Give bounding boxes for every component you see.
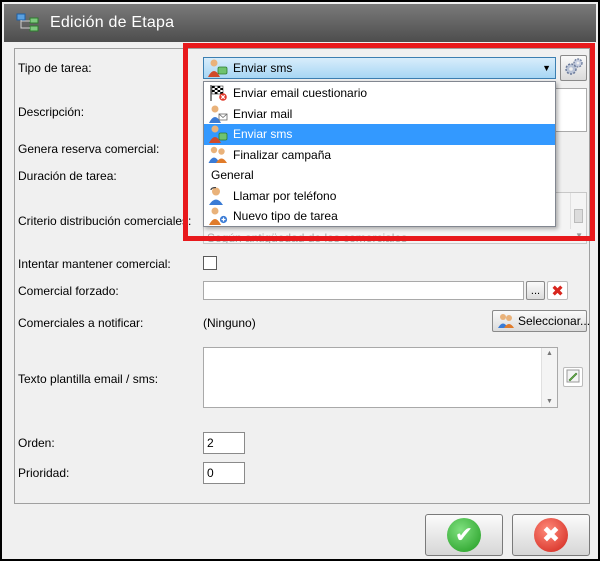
scroll-thumb[interactable] [574, 209, 583, 223]
person-sms-icon [208, 125, 228, 144]
comerciales-notificar-value: (Ninguno) [203, 316, 256, 330]
dropdown-item-label: Finalizar campaña [233, 147, 332, 162]
window-title: Edición de Etapa [50, 14, 175, 31]
dropdown-item-label: Nuevo tipo de tarea [233, 209, 338, 224]
person-mail-icon [208, 105, 228, 123]
tipo-tarea-dropdown: Enviar email cuestionario Enviar mail En… [203, 81, 556, 227]
dropdown-item-label: Enviar sms [233, 127, 293, 142]
dropdown-item-label: General [211, 168, 254, 183]
tipo-tarea-value: Enviar sms [233, 61, 293, 75]
clear-comercial-button[interactable]: ✖ [547, 281, 568, 300]
chevron-down-icon[interactable]: ▼ [575, 231, 583, 240]
pencil-icon [566, 369, 580, 386]
cancel-button[interactable]: ✖ [512, 514, 590, 556]
dropdown-item-label: Enviar email cuestionario [233, 86, 368, 101]
edit-stage-window: Edición de Etapa Tipo de tarea: Descripc… [0, 0, 600, 561]
gears-icon [563, 57, 585, 80]
red-x-icon: ✖ [551, 281, 564, 300]
texto-plantilla-textarea[interactable]: ▲ ▼ [203, 347, 558, 408]
criterio-label: Criterio distribución comerciales: [18, 214, 192, 228]
descripcion-label: Descripción: [18, 105, 85, 119]
seleccionar-button[interactable]: Seleccionar... [492, 310, 591, 332]
dropdown-item-label: Enviar mail [233, 106, 293, 121]
intentar-label: Intentar mantener comercial: [18, 257, 171, 271]
seleccionar-label: Seleccionar... [518, 314, 591, 328]
chevron-down-icon[interactable]: ▼ [542, 63, 551, 73]
people-icon [208, 146, 228, 164]
genera-reserva-label: Genera reserva comercial: [18, 142, 160, 156]
intentar-mantener-checkbox[interactable] [203, 256, 217, 270]
checkered-flag-icon [208, 84, 228, 102]
dropdown-item-enviar-mail[interactable]: Enviar mail [204, 104, 555, 125]
person-sms-icon [207, 59, 229, 77]
dropdown-item-nuevo-tipo-de-tarea[interactable]: Nuevo tipo de tarea [204, 206, 555, 227]
dropdown-item-label: Llamar por teléfono [233, 188, 337, 203]
texto-plantilla-label: Texto plantilla email / sms: [18, 372, 159, 386]
criterio-value: Según antigüedad de los comerciales [207, 231, 408, 244]
person-phone-icon [208, 186, 228, 205]
title-bar: Edición de Etapa [4, 4, 596, 42]
dropdown-item-finalizar-campana[interactable]: Finalizar campaña [204, 145, 555, 166]
scroll-down-icon[interactable]: ▼ [546, 398, 553, 405]
checkmark-icon: ✔ [447, 518, 481, 552]
duracion-label: Duración de tarea: [18, 169, 117, 183]
hierarchy-icon [16, 12, 40, 34]
tipo-tarea-select[interactable]: Enviar sms ▼ [203, 57, 556, 79]
comerciales-notificar-label: Comerciales a notificar: [18, 316, 144, 330]
close-icon: ✖ [534, 518, 568, 552]
tipo-tarea-label: Tipo de tarea: [18, 61, 92, 75]
orden-label: Orden: [18, 436, 55, 450]
criterio-scrollbar[interactable] [570, 193, 586, 229]
scroll-up-icon[interactable]: ▲ [546, 350, 553, 357]
person-add-icon [208, 207, 228, 226]
prioridad-label: Prioridad: [18, 466, 70, 480]
browse-comercial-button[interactable]: ... [526, 281, 545, 300]
ok-button[interactable]: ✔ [425, 514, 503, 556]
orden-input[interactable]: 2 [203, 432, 245, 454]
dropdown-item-llamar-por-telefono[interactable]: Llamar por teléfono [204, 186, 555, 207]
edit-template-button[interactable] [563, 367, 583, 387]
textarea-scrollbar[interactable]: ▲ ▼ [541, 348, 557, 407]
comercial-forzado-input[interactable] [203, 281, 524, 300]
comercial-forzado-label: Comercial forzado: [18, 284, 119, 298]
people-icon [497, 313, 515, 329]
dropdown-item-enviar-email-cuestionario[interactable]: Enviar email cuestionario [204, 83, 555, 104]
prioridad-input[interactable]: 0 [203, 462, 245, 484]
dropdown-item-general[interactable]: General [204, 165, 555, 186]
configure-task-type-button[interactable] [560, 55, 587, 81]
dropdown-item-enviar-sms[interactable]: Enviar sms [204, 124, 555, 145]
